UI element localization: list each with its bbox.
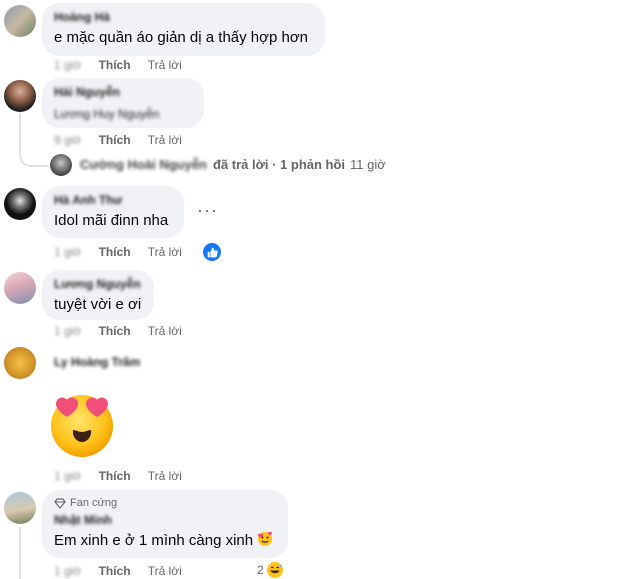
- reply-button[interactable]: Trả lời: [148, 58, 182, 72]
- comment-time[interactable]: 1 giờ: [54, 324, 81, 338]
- reaction-count-value: 2: [257, 563, 264, 577]
- reply-summary[interactable]: Cường Hoài Nguyễn đã trả lời · 1 phản hồi…: [80, 156, 386, 174]
- comment-text: tuyệt vời e ơi: [54, 296, 142, 313]
- comment-time[interactable]: 1 giờ: [54, 469, 81, 483]
- like-button[interactable]: Thích: [99, 564, 131, 578]
- avatar[interactable]: [4, 492, 36, 524]
- comment-text: Em xinh e ở 1 mình càng xinh: [54, 531, 276, 551]
- more-options-icon[interactable]: ···: [197, 201, 218, 219]
- like-button[interactable]: Thích: [99, 58, 131, 72]
- comment-actions: 1 giờ Thích Trả lời: [54, 563, 196, 579]
- avatar[interactable]: [4, 5, 36, 37]
- fan-badge: Fan cứng: [54, 496, 276, 510]
- avatar[interactable]: [4, 188, 36, 220]
- comment-actions: 1 giờ Thích Trả lời: [54, 323, 196, 339]
- like-button[interactable]: Thích: [99, 133, 131, 147]
- like-button[interactable]: Thích: [99, 469, 131, 483]
- comment-actions: 9 giờ Thích Trả lời: [54, 132, 196, 148]
- comment-bubble: Lương Nguyễn tuyệt vời e ơi: [42, 270, 154, 320]
- reply-button[interactable]: Trả lời: [148, 324, 182, 338]
- comment-author[interactable]: Ly Hoàng Trâm: [54, 354, 140, 370]
- like-button[interactable]: Thích: [99, 324, 131, 338]
- comment-author[interactable]: Lương Nguyễn: [54, 276, 142, 292]
- thumbs-up-icon: [207, 247, 218, 257]
- smiling-hearts-emoji: [257, 531, 273, 549]
- reply-time: 11 giờ: [350, 157, 386, 172]
- thread-connector: [19, 527, 21, 579]
- comment-bubble: Hoàng Hà e mặc quần áo giản dị a thấy hợ…: [42, 3, 325, 56]
- grinning-sweat-emoji: [266, 562, 283, 578]
- comment-bubble: Hải Nguyễn Lương Huy Nguyễn: [42, 78, 204, 128]
- comment-bubble: Fan cứng Nhật Minh Em xinh e ở 1 mình cà…: [42, 490, 288, 558]
- avatar[interactable]: [4, 80, 36, 112]
- like-reaction-icon[interactable]: [203, 243, 221, 261]
- reply-button[interactable]: Trả lời: [148, 469, 182, 483]
- comment-actions: 1 giờ Thích Trả lời: [54, 244, 196, 260]
- thread-connector: [19, 113, 49, 167]
- reply-button[interactable]: Trả lời: [148, 564, 182, 578]
- comment-text-body: Em xinh e ở 1 mình càng xinh: [54, 532, 254, 549]
- reply-author[interactable]: Cường Hoài Nguyễn: [80, 157, 207, 172]
- heart-eyes-emoji: [48, 390, 116, 458]
- reaction-count[interactable]: 2: [257, 561, 284, 579]
- avatar[interactable]: [4, 272, 36, 304]
- reply-button[interactable]: Trả lời: [148, 133, 182, 147]
- reply-count-label[interactable]: đã trả lời · 1 phản hồi: [213, 157, 345, 172]
- comment-author[interactable]: Nhật Minh: [54, 512, 276, 528]
- comment-time[interactable]: 1 giờ: [54, 564, 81, 578]
- comment-time[interactable]: 1 giờ: [54, 245, 81, 259]
- comment-author[interactable]: Hải Nguyễn: [54, 84, 192, 100]
- comment-actions: 1 giờ Thích Trả lời: [54, 57, 196, 73]
- comment-bubble: Hà Anh Thư Idol mãi đinn nha: [42, 186, 184, 238]
- comment-text: e mặc quần áo giản dị a thấy hợp hơn: [54, 29, 309, 46]
- reply-button[interactable]: Trả lời: [148, 245, 182, 259]
- comment-author[interactable]: Hoàng Hà: [54, 9, 313, 25]
- comment-actions: 1 giờ Thích Trả lời: [54, 468, 196, 484]
- avatar[interactable]: [50, 154, 72, 176]
- comment-text: Lương Huy Nguyễn: [54, 107, 160, 121]
- comment-author[interactable]: Hà Anh Thư: [54, 192, 172, 208]
- like-button[interactable]: Thích: [99, 245, 131, 259]
- comment-text: Idol mãi đinn nha: [54, 212, 169, 229]
- fan-badge-label: Fan cứng: [70, 497, 118, 509]
- diamond-icon: [54, 497, 66, 509]
- avatar[interactable]: [4, 347, 36, 379]
- comment-time[interactable]: 9 giờ: [54, 133, 81, 147]
- comment-time[interactable]: 1 giờ: [54, 58, 81, 72]
